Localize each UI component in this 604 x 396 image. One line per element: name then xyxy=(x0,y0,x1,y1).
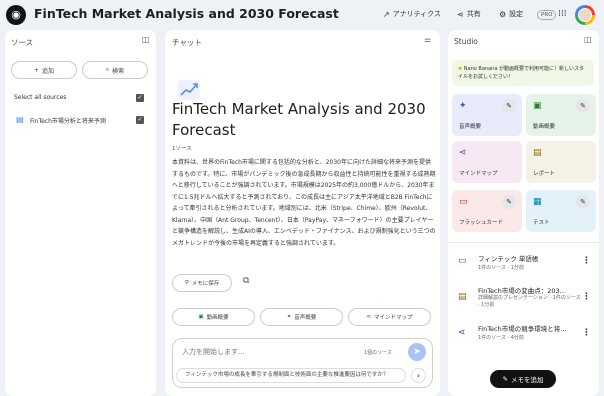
note-subtitle: 詳細解説のプレゼンテーション · 1件のソース · 1分前 xyxy=(478,295,581,308)
report-icon: ▤ xyxy=(458,292,467,302)
note-title: FinTech市場の変曲点：203… xyxy=(478,287,567,295)
notebook-title[interactable]: FinTech Market Analysis and 2030 Forecas… xyxy=(34,6,339,21)
studio-panel: Studio ◫ ✸ Nano Banana が動画概要で利用可能に！新しいスタ… xyxy=(448,30,599,396)
summary-text: 本資料は、世界のFinTech市場に関する包括的な分析と、2030年に向けた詳細… xyxy=(172,159,436,247)
copy-icon[interactable]: ⧉ xyxy=(243,276,249,286)
report-tile[interactable]: ▤ レポート xyxy=(526,141,596,183)
analytics-button[interactable]: ↗ アナリティクス xyxy=(383,9,441,19)
edit-icon[interactable]: ✎ xyxy=(576,195,590,209)
list-item[interactable]: ▤ FinTech市場の変曲点：203… 詳細解説のプレゼンテーション · 1件… xyxy=(452,282,595,316)
plus-icon: + xyxy=(33,66,39,74)
edit-icon[interactable]: ✎ xyxy=(502,99,516,113)
note-title: FinTech Market Analysis and 2030 Forecas… xyxy=(172,100,426,139)
discover-sources-button[interactable]: ⌕ 検索 xyxy=(82,61,148,79)
collapse-panel-icon[interactable]: ◫ xyxy=(584,35,592,44)
pin-icon: ⚲ xyxy=(184,280,189,286)
report-icon: ▤ xyxy=(533,148,542,158)
edit-icon[interactable]: ✎ xyxy=(576,99,590,113)
chevron-right-icon[interactable]: › xyxy=(411,368,426,383)
announcement-banner[interactable]: ✸ Nano Banana が動画概要で利用可能に！新しいスタイルをお試しくださ… xyxy=(452,60,594,86)
select-all-checkbox[interactable]: ✓ xyxy=(136,94,144,102)
flashcard-tile[interactable]: ▭ ✎ フラッシュカード xyxy=(452,190,522,232)
add-source-button[interactable]: + 追加 xyxy=(11,61,77,79)
tile-label: フラッシュカード xyxy=(459,220,504,226)
more-vert-icon[interactable]: ⋮ xyxy=(582,328,591,338)
suggested-question[interactable]: フィンテック市場の成長を牽引する規制面と技術面の主要な推進要因は何ですか？ xyxy=(176,368,406,383)
note-subtitle: 1件のソース · 1分前 xyxy=(478,265,524,271)
flashcard-icon: ▭ xyxy=(458,256,467,266)
share-icon: ⋖ xyxy=(457,9,464,19)
source-item-checkbox[interactable]: ✓ xyxy=(136,116,144,124)
divider xyxy=(448,242,599,243)
mindmap-icon: ⋖ xyxy=(458,328,466,338)
more-vert-icon[interactable]: ⋮ xyxy=(582,256,591,266)
trend-icon: ↗ xyxy=(383,9,390,19)
flashcard-icon: ▭ xyxy=(459,197,468,207)
gear-icon: ⚙ xyxy=(499,9,507,19)
mindmap-icon: ⋖ xyxy=(366,314,372,320)
video-icon: ▣ xyxy=(533,101,542,111)
add-note-button[interactable]: ✎ メモを追加 xyxy=(490,370,556,388)
settings-button[interactable]: ⚙ 設定 xyxy=(499,9,523,19)
tile-label: レポート xyxy=(533,171,556,177)
mindmap-icon: ⋖ xyxy=(459,148,467,158)
video-icon: ▣ xyxy=(198,314,204,320)
pro-badge: PRO xyxy=(537,10,557,20)
list-item[interactable]: ▭ フィンテック 単語帳 1件のソース · 1分前 ⋮ xyxy=(452,248,595,278)
bulb-icon: ✸ xyxy=(458,66,463,72)
apps-grid-icon[interactable]: ⁞⁞⁞ xyxy=(558,9,567,19)
source-item-label[interactable]: FinTech市場分析と将来予測 xyxy=(30,116,106,125)
collapse-panel-icon[interactable]: ◫ xyxy=(142,35,150,44)
sparkle-icon: ✦ xyxy=(459,101,467,111)
studio-heading: Studio xyxy=(454,37,478,46)
chat-options-icon[interactable]: ⚌ xyxy=(424,35,431,44)
note-add-icon: ✎ xyxy=(502,375,508,383)
sparkle-icon: ✦ xyxy=(286,314,292,320)
quiz-tile[interactable]: ▦ ✎ テスト xyxy=(526,190,596,232)
tile-label: 動画概要 xyxy=(533,124,556,130)
document-icon: ▤ xyxy=(16,115,24,124)
tile-label: テスト xyxy=(533,220,550,226)
video-overview-tile[interactable]: ▣ ✎ 動画概要 xyxy=(526,94,596,136)
edit-icon[interactable]: ✎ xyxy=(502,195,516,209)
chart-trend-icon xyxy=(178,80,200,100)
share-button[interactable]: ⋖ 共有 xyxy=(457,9,481,19)
sources-heading: ソース xyxy=(11,38,34,47)
video-overview-button[interactable]: ▣ 動画概要 xyxy=(172,308,255,326)
chat-input[interactable]: 入力を開始します... xyxy=(182,347,245,357)
note-subtitle: 1件のソース · 4分前 xyxy=(478,335,524,341)
input-source-count: 1個のソース xyxy=(364,350,392,356)
source-count: 1ソース xyxy=(172,146,192,152)
list-item[interactable]: ⋖ FinTech市場の競争環境と将… 1件のソース · 4分前 ⋮ xyxy=(452,320,595,350)
tile-label: 音声概要 xyxy=(459,124,482,130)
select-all-label: Select all sources xyxy=(14,94,67,101)
search-sparkle-icon: ⌕ xyxy=(105,66,110,73)
note-title: フィンテック 単語帳 xyxy=(478,255,539,263)
note-title: FinTech市場の競争環境と将… xyxy=(478,325,567,333)
avatar[interactable] xyxy=(575,5,595,25)
quiz-icon: ▦ xyxy=(533,197,542,207)
audio-overview-button[interactable]: ✦ 音声概要 xyxy=(260,308,343,326)
mindmap-button[interactable]: ⋖ マインドマップ xyxy=(348,308,431,326)
more-vert-icon[interactable]: ⋮ xyxy=(582,292,591,302)
mindmap-tile[interactable]: ⋖ マインドマップ xyxy=(452,141,522,183)
send-button[interactable]: ➤ xyxy=(408,343,426,361)
save-to-note-button[interactable]: ⚲ メモに保存 xyxy=(172,274,232,292)
notebooklm-logo-icon[interactable]: ◉ xyxy=(6,5,26,25)
sources-panel: ソース ◫ + 追加 ⌕ 検索 Select all sources ✓ ▤ F… xyxy=(5,30,156,396)
tile-label: マインドマップ xyxy=(459,171,498,177)
chat-heading: チャット xyxy=(172,38,202,47)
audio-overview-tile[interactable]: ✦ ✎ 音声概要 xyxy=(452,94,522,136)
